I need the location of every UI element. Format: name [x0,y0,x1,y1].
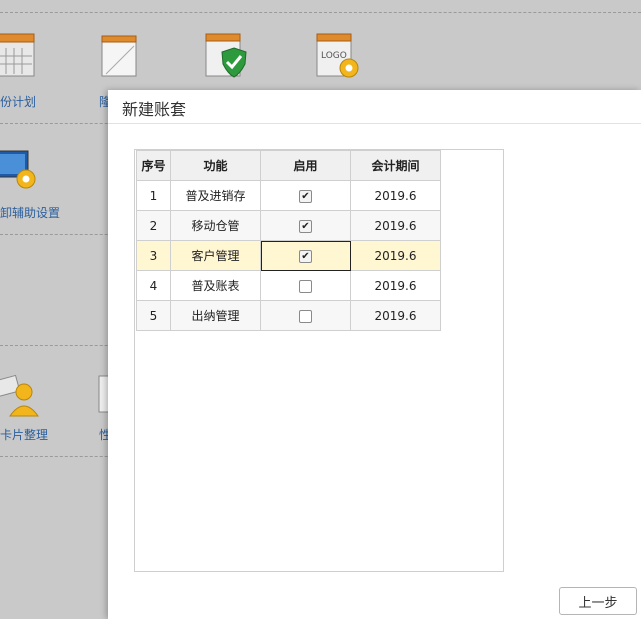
enable-cell[interactable]: ✔ [260,180,351,211]
row-number: 2 [136,210,171,241]
row-number: 5 [136,300,171,331]
column-header-period: 会计期间 [350,150,441,181]
column-header-number: 序号 [136,150,171,181]
monitor-settings-icon[interactable] [0,145,42,193]
enable-checkbox[interactable] [299,279,312,293]
menu-label-card-organize[interactable]: 卡片整理 [0,426,48,443]
enable-checkbox[interactable]: ✔ [299,189,312,203]
row-function: 移动仓管 [170,210,261,241]
row-function: 出纳管理 [170,300,261,331]
menu-label-plan[interactable]: 份计划 [0,93,36,110]
row-period[interactable]: 2019.6 [350,180,441,211]
table-row[interactable]: 5 出纳管理 2019.6 [136,300,441,331]
enable-checkbox[interactable]: ✔ [299,249,312,263]
svg-text:LOGO: LOGO [321,51,347,61]
table-header-row: 序号 功能 启用 会计期间 [136,150,441,181]
row-function: 客户管理 [170,240,261,271]
logo-settings-icon[interactable]: LOGO [315,32,363,82]
row-period[interactable]: 2019.6 [350,270,441,301]
person-cards-icon[interactable] [0,370,42,420]
shield-check-icon[interactable] [204,32,248,80]
enable-checkbox[interactable]: ✔ [299,219,312,233]
table-row[interactable]: 1 普及进销存 ✔ 2019.6 [136,180,441,211]
menu-label-aux-settings[interactable]: 卸辅助设置 [0,204,60,221]
row-function: 普及进销存 [170,180,261,211]
dialog-title: 新建账套 [122,100,187,119]
title-divider [108,123,641,124]
table-row[interactable]: 2 移动仓管 ✔ 2019.6 [136,210,441,241]
row-number: 4 [136,270,171,301]
row-period[interactable]: 2019.6 [350,240,441,271]
new-account-set-dialog: 新建账套 序号 功能 启用 会计期间 1 普及进销存 ✔ 2019.6 2 移动… [108,90,641,619]
column-header-function: 功能 [170,150,261,181]
row-function: 普及账表 [170,270,261,301]
row-period[interactable]: 2019.6 [350,300,441,331]
column-header-enabled: 启用 [260,150,351,181]
enable-cell[interactable] [260,300,351,331]
divider [0,12,641,13]
module-table: 序号 功能 启用 会计期间 1 普及进销存 ✔ 2019.6 2 移动仓管 ✔ [136,150,441,331]
book-icon[interactable] [100,34,140,80]
previous-step-button[interactable]: 上一步 [559,587,637,615]
enable-cell[interactable] [260,270,351,301]
table-row-selected[interactable]: 3 客户管理 ✔ 2019.6 [136,240,441,271]
enable-checkbox[interactable] [299,309,312,323]
row-number: 1 [136,180,171,211]
row-number: 3 [136,240,171,271]
enable-cell[interactable]: ✔ [260,210,351,241]
table-row[interactable]: 4 普及账表 2019.6 [136,270,441,301]
row-period[interactable]: 2019.6 [350,210,441,241]
module-table-panel: 序号 功能 启用 会计期间 1 普及进销存 ✔ 2019.6 2 移动仓管 ✔ [134,149,504,572]
enable-cell-focused[interactable]: ✔ [260,240,351,271]
calendar-icon[interactable] [0,32,40,80]
